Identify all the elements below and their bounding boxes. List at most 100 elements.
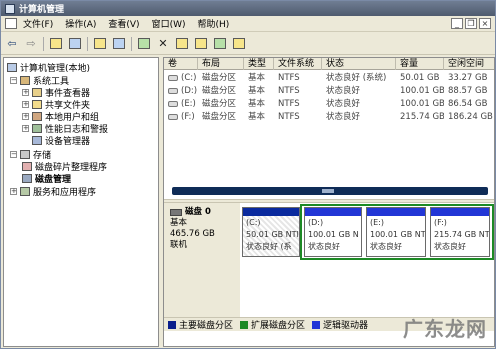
- collapse-icon[interactable]: −: [10, 150, 17, 158]
- delete-icon[interactable]: ✕: [156, 37, 170, 51]
- menu-view[interactable]: 查看(V): [108, 17, 139, 30]
- cell-status: 状态良好: [326, 112, 361, 122]
- users-icon: [32, 111, 42, 121]
- tree-node-perf-logs[interactable]: + 性能日志和警报: [22, 122, 108, 135]
- tree-node-event-viewer[interactable]: + 事件查看器: [22, 86, 90, 99]
- tree-node-defrag[interactable]: 磁盘碎片整理程序: [22, 160, 107, 173]
- tree-node-device-manager[interactable]: 设备管理器: [32, 134, 90, 147]
- tree-node-shared-folders[interactable]: + 共享文件夹: [22, 98, 90, 111]
- storage-icon: [20, 149, 30, 159]
- menu-file[interactable]: 文件(F): [23, 17, 53, 30]
- cell-free-space: 88.57 GB: [448, 86, 488, 96]
- partition-size: 215.74 GB NTI: [434, 230, 489, 239]
- tree-node-root[interactable]: 计算机管理(本地): [7, 61, 90, 74]
- cell-type: 基本: [248, 99, 266, 109]
- partition-f[interactable]: (F:) 215.74 GB NTI 状态良好: [430, 207, 490, 257]
- disk-management-icon: [22, 173, 32, 183]
- partition-status: 状态良好: [434, 242, 466, 251]
- shared-folder-icon: [32, 99, 42, 109]
- toolbar-separator: [43, 36, 44, 51]
- cell-layout: 磁盘分区: [202, 112, 237, 122]
- cell-free-space: 186.24 GB: [448, 112, 493, 122]
- partition-map: (C:) 50.01 GB NTI 状态良好 (系 (D:) 100.01 GB…: [242, 204, 494, 260]
- table-row[interactable]: (E:) 磁盘分区 基本 NTFS 状态良好 100.01 GB 86.54 G…: [164, 98, 494, 111]
- properties-icon[interactable]: [93, 37, 107, 51]
- col-header-type[interactable]: 类型: [244, 58, 274, 70]
- tree-node-disk-management[interactable]: 磁盘管理: [22, 172, 71, 185]
- partition-c[interactable]: (C:) 50.01 GB NTI 状态良好 (系: [242, 207, 300, 257]
- cell-capacity: 100.01 GB: [400, 86, 444, 96]
- tree-label-services: 服务和应用程序: [33, 187, 97, 198]
- help-icon[interactable]: [112, 37, 126, 51]
- explore-icon[interactable]: [194, 37, 208, 51]
- up-folder-icon[interactable]: [49, 37, 63, 51]
- col-header-free-space[interactable]: 空闲空间: [444, 58, 494, 70]
- event-viewer-icon: [32, 87, 42, 97]
- minimize-button[interactable]: _: [451, 18, 463, 29]
- partition-label: (E:): [370, 218, 384, 227]
- open-icon[interactable]: [175, 37, 189, 51]
- search-icon[interactable]: [213, 37, 227, 51]
- drive-icon: [168, 87, 178, 94]
- legend-swatch-extended: [240, 320, 249, 329]
- tree-node-system-tools[interactable]: − 系统工具: [10, 74, 69, 87]
- table-row[interactable]: (D:) 磁盘分区 基本 NTFS 状态良好 100.01 GB 88.57 G…: [164, 85, 494, 98]
- cell-layout: 磁盘分区: [202, 86, 237, 96]
- expand-icon[interactable]: +: [22, 88, 29, 96]
- window-controls: _ ❐ ×: [451, 18, 491, 29]
- horizontal-scrollbar[interactable]: [172, 187, 488, 195]
- tree-node-services[interactable]: + 服务和应用程序: [10, 185, 97, 198]
- partition-bar: [431, 208, 489, 216]
- disk-info-panel[interactable]: 磁盘 0 基本 465.76 GB 联机: [164, 203, 240, 317]
- scrollbar-thumb[interactable]: [322, 189, 334, 193]
- defrag-icon: [22, 161, 32, 171]
- collapse-icon[interactable]: −: [10, 76, 17, 84]
- restore-button[interactable]: ❐: [465, 18, 477, 29]
- cell-status: 状态良好: [326, 99, 361, 109]
- table-row[interactable]: (C:) 磁盘分区 基本 NTFS 状态良好 (系统) 50.01 GB 33.…: [164, 72, 494, 85]
- cell-type: 基本: [248, 112, 266, 122]
- device-manager-icon: [32, 135, 42, 145]
- cell-volume: (F:): [164, 111, 198, 124]
- back-icon[interactable]: ⇦: [5, 37, 19, 51]
- disk-type: 基本: [170, 218, 188, 228]
- col-header-capacity[interactable]: 容量: [396, 58, 444, 70]
- expand-icon[interactable]: +: [22, 112, 29, 120]
- col-header-filesystem[interactable]: 文件系统: [274, 58, 322, 70]
- cell-type: 基本: [248, 73, 266, 83]
- menu-window[interactable]: 窗口(W): [152, 17, 186, 30]
- services-icon: [20, 186, 30, 196]
- document-icon[interactable]: [5, 18, 17, 29]
- disk-name: 磁盘 0: [170, 207, 234, 218]
- tree-node-storage[interactable]: − 存储: [10, 148, 51, 161]
- partition-e[interactable]: (E:) 100.01 GB NTI 状态良好: [366, 207, 426, 257]
- forward-icon[interactable]: ⇨: [24, 37, 38, 51]
- partition-status: 状态良好 (系: [246, 242, 292, 251]
- cell-capacity: 50.01 GB: [400, 73, 440, 83]
- legend-label-extended: 扩展磁盘分区: [251, 321, 306, 331]
- cell-free-space: 86.54 GB: [448, 99, 488, 109]
- watermark-text: 广东龙网: [403, 317, 487, 341]
- menu-action[interactable]: 操作(A): [65, 17, 96, 30]
- expand-icon[interactable]: +: [22, 100, 29, 108]
- cell-free-space: 33.27 GB: [448, 73, 488, 83]
- refresh-icon[interactable]: [137, 37, 151, 51]
- legend-swatch-logical: [312, 320, 321, 329]
- expand-icon[interactable]: +: [10, 187, 17, 195]
- expand-icon[interactable]: +: [22, 124, 29, 132]
- show-tree-icon[interactable]: [68, 37, 82, 51]
- col-header-layout[interactable]: 布局: [198, 58, 244, 70]
- console-tree: 计算机管理(本地) − 系统工具 + 事件查看器 + 共享文件夹 + 本地用户和…: [3, 57, 159, 347]
- col-header-status[interactable]: 状态: [322, 58, 396, 70]
- partition-bar: [305, 208, 361, 216]
- close-button[interactable]: ×: [479, 18, 491, 29]
- partition-bar: [243, 208, 299, 216]
- col-header-volume[interactable]: 卷: [164, 58, 198, 70]
- tree-node-local-users[interactable]: + 本地用户和组: [22, 110, 99, 123]
- menu-help[interactable]: 帮助(H): [198, 17, 230, 30]
- format-icon[interactable]: [232, 37, 246, 51]
- cell-layout: 磁盘分区: [202, 73, 237, 83]
- partition-d[interactable]: (D:) 100.01 GB N 状态良好: [304, 207, 362, 257]
- cell-volume: (C:): [164, 72, 198, 85]
- table-row[interactable]: (F:) 磁盘分区 基本 NTFS 状态良好 215.74 GB 186.24 …: [164, 111, 494, 124]
